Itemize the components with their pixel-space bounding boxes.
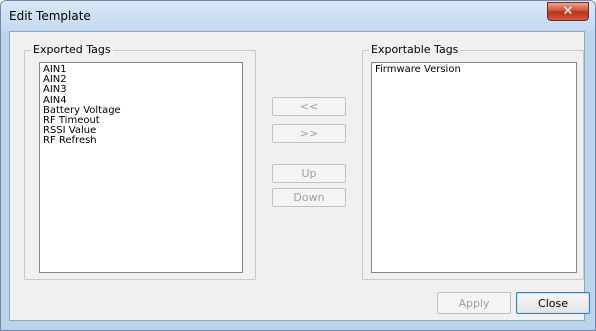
dialog-client-area: Exported Tags AIN1 AIN2 AIN3 AIN4 Batter… <box>9 31 590 321</box>
close-button[interactable]: Close <box>516 292 590 314</box>
window-title: Edit Template <box>9 9 91 23</box>
apply-button[interactable]: Apply <box>437 292 511 314</box>
exportable-tags-group: Exportable Tags Firmware Version <box>362 43 584 280</box>
list-item[interactable]: AIN2 <box>43 74 242 85</box>
list-item[interactable]: AIN3 <box>43 85 242 95</box>
move-left-button[interactable]: << <box>272 97 346 116</box>
move-up-button[interactable]: Up <box>272 164 346 183</box>
exported-tags-group: Exported Tags AIN1 AIN2 AIN3 AIN4 Batter… <box>24 43 256 280</box>
exported-tags-list[interactable]: AIN1 AIN2 AIN3 AIN4 Battery Voltage RF T… <box>39 62 243 273</box>
list-item[interactable]: Firmware Version <box>375 64 576 75</box>
title-bar[interactable]: Edit Template ✕ <box>1 1 595 31</box>
edit-template-dialog: Edit Template ✕ Exported Tags AIN1 AIN2 … <box>0 0 596 331</box>
list-item[interactable]: AIN1 <box>43 64 242 75</box>
exportable-tags-label: Exportable Tags <box>369 43 461 57</box>
exported-tags-label: Exported Tags <box>31 43 113 57</box>
list-item[interactable]: RF Refresh <box>43 136 242 146</box>
close-icon: ✕ <box>562 4 574 19</box>
window-close-button[interactable]: ✕ <box>547 2 589 21</box>
move-right-button[interactable]: >> <box>272 124 346 143</box>
move-down-button[interactable]: Down <box>272 188 346 207</box>
exportable-tags-list[interactable]: Firmware Version <box>371 62 577 273</box>
